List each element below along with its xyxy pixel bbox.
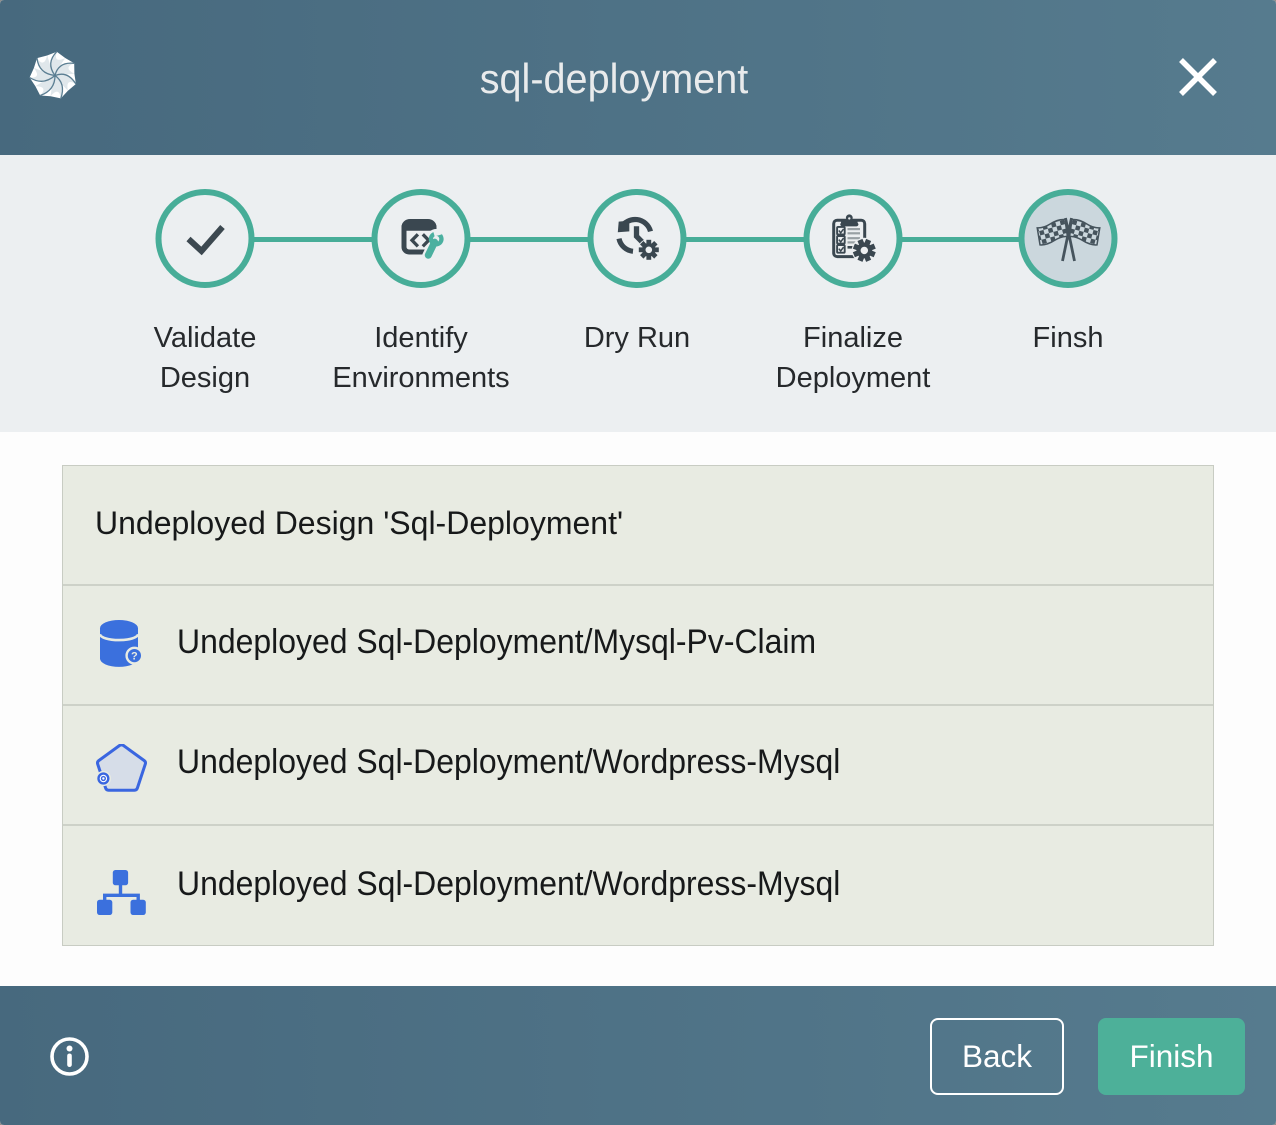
- svg-text:?: ?: [131, 651, 138, 663]
